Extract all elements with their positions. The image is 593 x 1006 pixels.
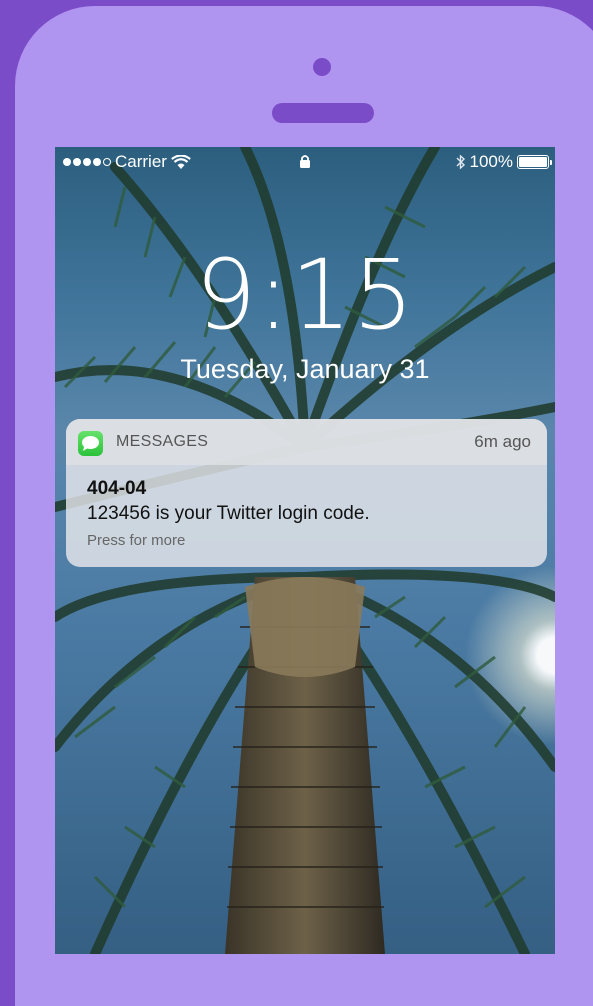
status-bar: Carrier 100% bbox=[55, 147, 555, 177]
notification-sender: 404-04 bbox=[87, 478, 147, 499]
press-for-more-hint: Press for more bbox=[87, 532, 186, 549]
lock-screen-date: Tuesday, January 31 bbox=[180, 354, 430, 384]
battery-percent: 100% bbox=[469, 152, 513, 171]
lock-screen-time: 9:15 bbox=[195, 239, 415, 351]
bluetooth-icon bbox=[456, 154, 465, 170]
front-camera bbox=[313, 58, 331, 76]
lock-icon bbox=[300, 155, 310, 168]
notification-app-name: MESSAGES bbox=[116, 433, 209, 450]
messages-app-icon bbox=[78, 431, 103, 456]
signal-strength-icon bbox=[63, 158, 111, 166]
battery-icon bbox=[517, 155, 552, 169]
notification-message: 123456 is your Twitter login code. bbox=[87, 503, 370, 524]
wifi-icon bbox=[171, 154, 191, 169]
carrier-group: Carrier bbox=[63, 152, 191, 172]
speaker-grille bbox=[272, 103, 374, 123]
battery-group: 100% bbox=[456, 152, 552, 172]
notification-body: 404-04 123456 is your Twitter login code… bbox=[66, 465, 547, 567]
message-notification[interactable]: MESSAGES 6m ago 404-04 123456 is your Tw… bbox=[66, 419, 547, 567]
notification-time: 6m ago bbox=[474, 432, 531, 451]
carrier-label: Carrier bbox=[115, 152, 167, 171]
notification-header: MESSAGES 6m ago bbox=[66, 419, 547, 465]
lock-screen: Carrier 100% 9:15 Tuesday, January 31 ME… bbox=[55, 147, 555, 954]
